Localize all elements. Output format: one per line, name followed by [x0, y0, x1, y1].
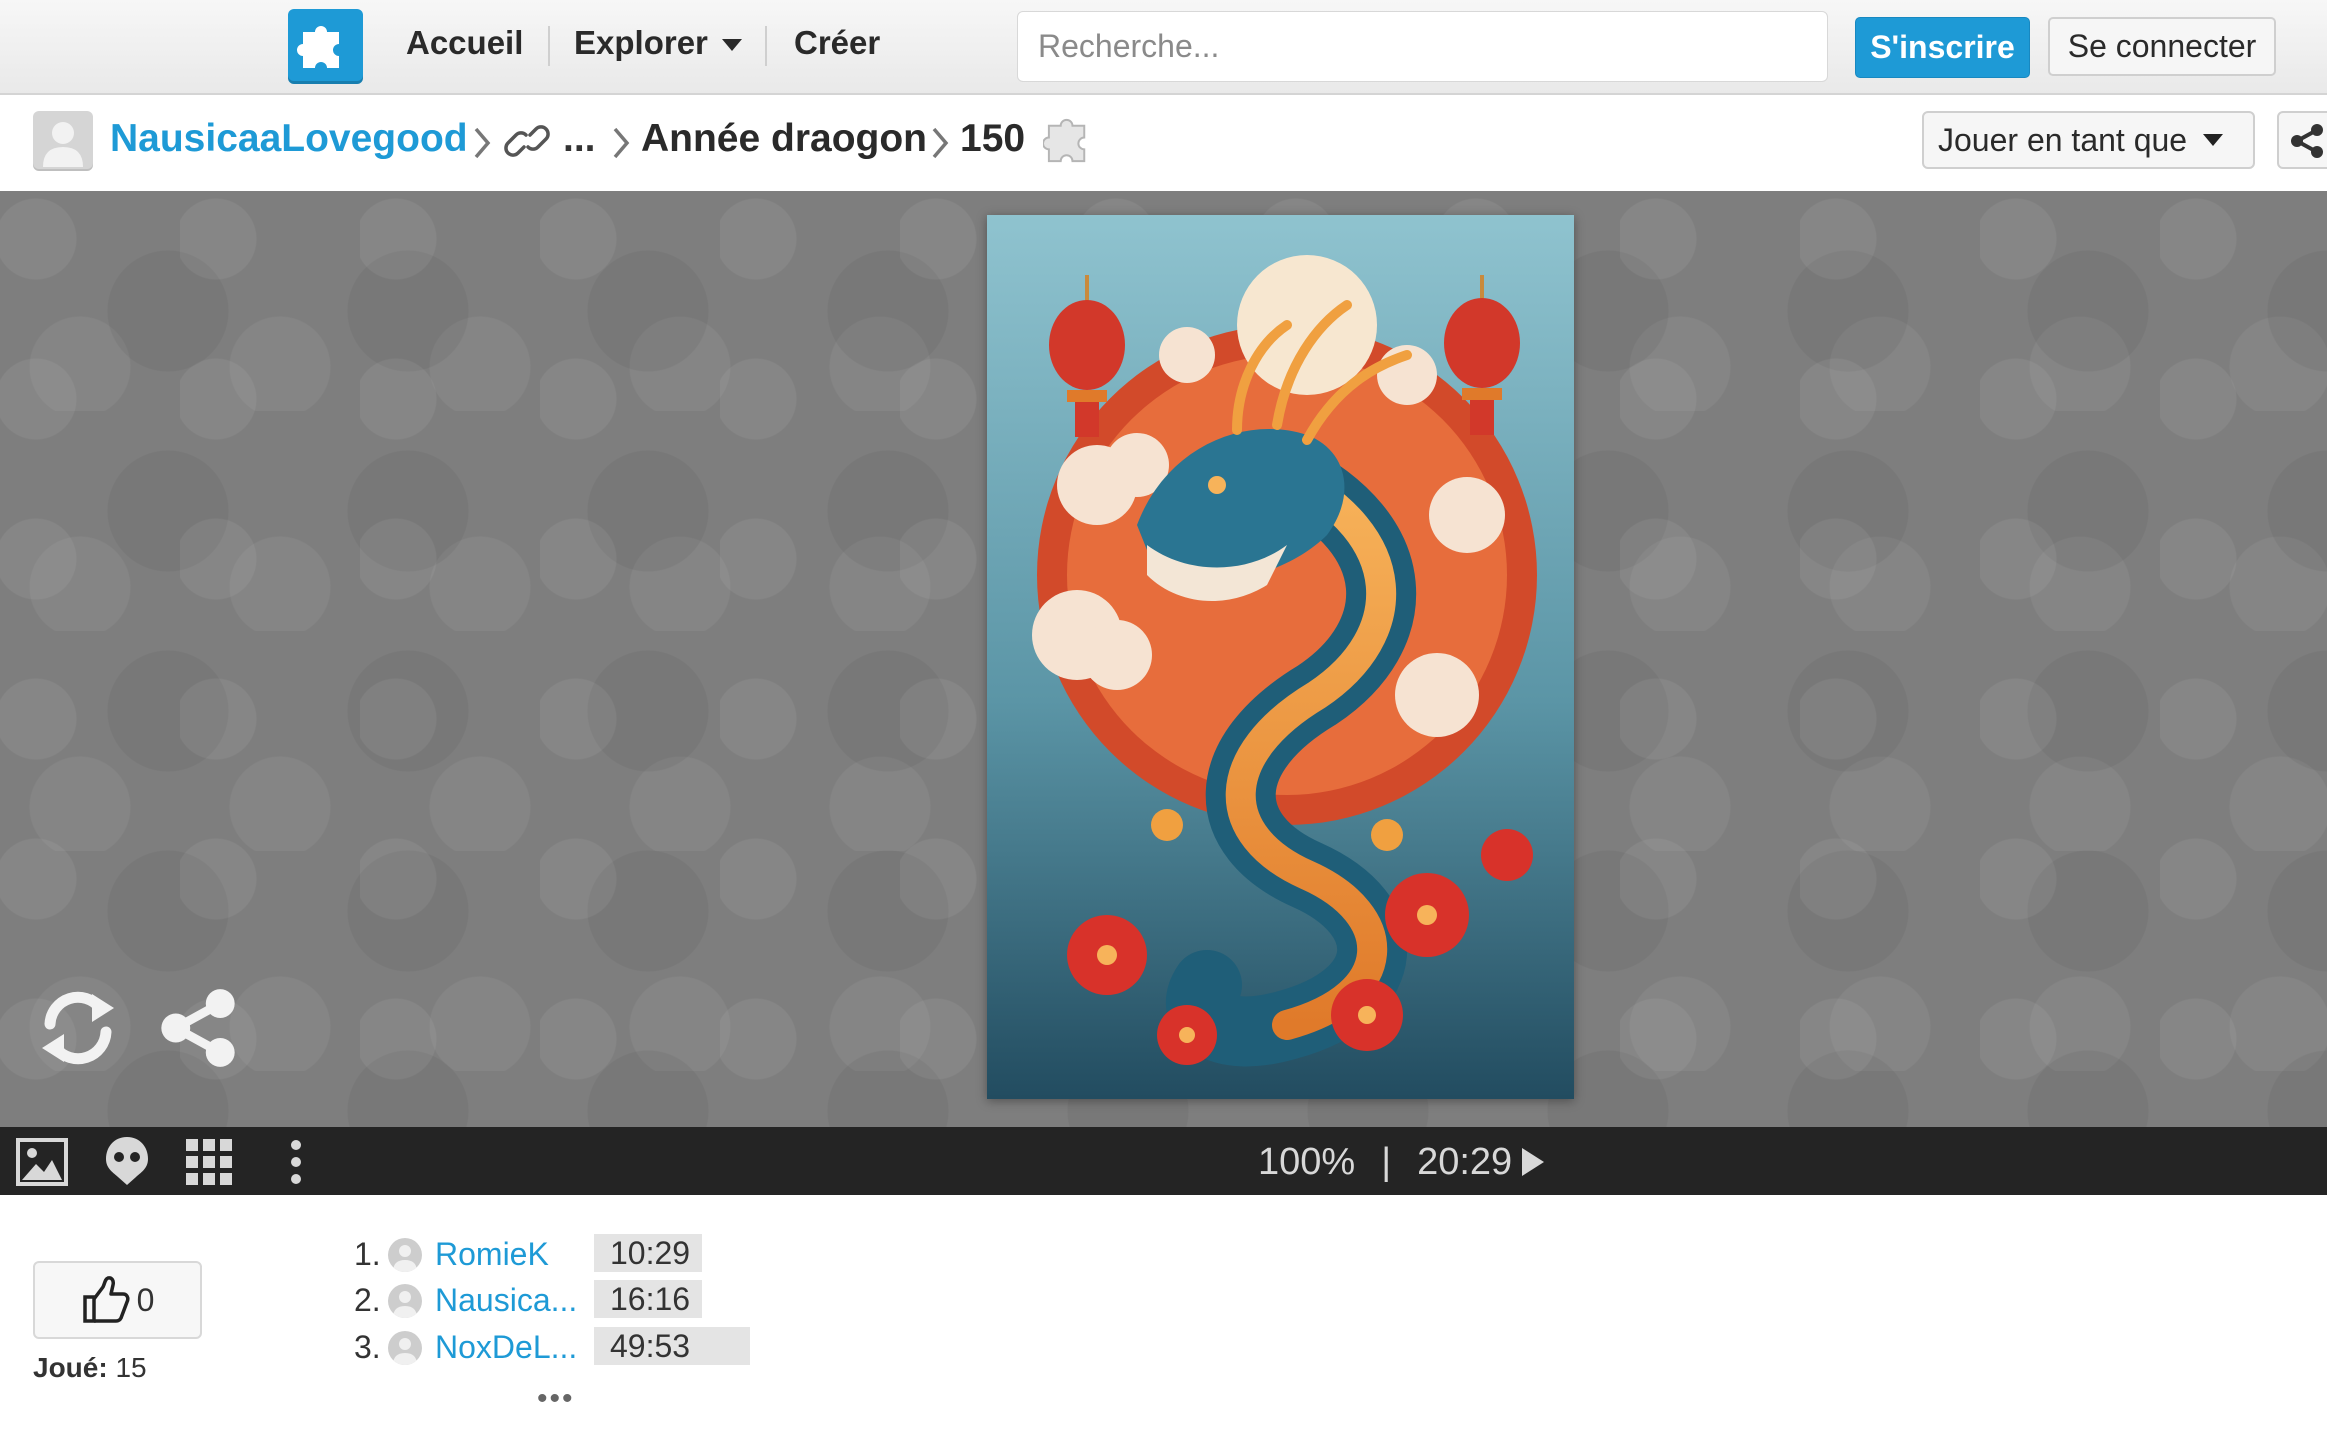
leaderboard-rank: 3. — [354, 1329, 381, 1365]
like-button[interactable]: 0 — [33, 1261, 202, 1339]
breadcrumb: NausicaaLovegood ... Année draogon 150 J… — [0, 95, 2327, 191]
refresh-icon[interactable] — [36, 986, 120, 1070]
chevron-down-icon — [721, 39, 742, 52]
breadcrumb-collection[interactable]: Année draogon — [641, 117, 927, 161]
leaderboard-rank: 1. — [354, 1236, 381, 1272]
nav-create-link[interactable]: Créer — [794, 24, 880, 62]
breadcrumb-ellipsis[interactable]: ... — [563, 117, 596, 161]
more-vertical-icon[interactable] — [290, 1139, 302, 1185]
user-avatar-icon — [388, 1284, 422, 1318]
completion-percent: 100% — [1258, 1141, 1356, 1183]
share-icon — [2291, 124, 2323, 158]
leaderboard-user-link[interactable]: Nausica... — [435, 1282, 577, 1319]
user-avatar-icon[interactable] — [33, 111, 93, 171]
chevron-right-icon — [613, 127, 630, 159]
nav-explore-menu[interactable]: Explorer — [574, 24, 742, 62]
grid-icon[interactable] — [186, 1139, 232, 1185]
puzzle-status: 100% | 20:29 — [1258, 1141, 1545, 1184]
played-label: Joué: — [33, 1352, 108, 1383]
signup-button[interactable]: S'inscrire — [1855, 17, 2030, 78]
share-button[interactable] — [2277, 111, 2327, 169]
chevron-down-icon — [2203, 134, 2224, 146]
puzzle-image[interactable] — [987, 215, 1574, 1099]
leaderboard-rank: 2. — [354, 1282, 381, 1318]
status-separator: | — [1381, 1141, 1392, 1183]
leaderboard-user-link[interactable]: NoxDeL... — [435, 1329, 577, 1366]
puzzle-logo-icon[interactable] — [288, 9, 363, 84]
share-icon[interactable] — [158, 988, 238, 1068]
elapsed-time: 20:29 — [1417, 1141, 1513, 1183]
leaderboard-time: 10:29 — [594, 1234, 702, 1272]
chevron-right-icon — [932, 127, 949, 159]
nav-home-link[interactable]: Accueil — [406, 24, 523, 62]
puzzle-toolbar: 100% | 20:29 — [0, 1127, 2327, 1195]
puzzle-piece-icon — [1043, 118, 1086, 163]
like-count: 0 — [136, 1281, 155, 1318]
link-icon[interactable] — [502, 119, 552, 163]
chevron-right-icon — [474, 127, 491, 159]
leaderboard-time: 16:16 — [594, 1280, 702, 1318]
played-value: 15 — [115, 1352, 147, 1383]
play-icon[interactable] — [1522, 1147, 1545, 1176]
breadcrumb-piece-count: 150 — [960, 117, 1026, 160]
user-avatar-icon — [388, 1238, 422, 1272]
leaderboard-more-button[interactable]: ••• — [537, 1382, 575, 1416]
user-avatar-icon — [388, 1331, 422, 1365]
nav-explore-label: Explorer — [574, 24, 708, 61]
play-as-dropdown[interactable]: Jouer en tant que — [1922, 111, 2255, 169]
leaderboard-user-link[interactable]: RomieK — [435, 1236, 549, 1273]
puzzle-stage[interactable] — [0, 191, 2327, 1127]
breadcrumb-user-link[interactable]: NausicaaLovegood — [110, 117, 468, 161]
leaderboard-time: 49:53 — [594, 1327, 750, 1365]
play-as-label: Jouer en tant que — [1938, 121, 2188, 158]
nav-divider — [548, 26, 550, 66]
thumbs-up-icon — [82, 1276, 130, 1323]
search-input[interactable] — [1017, 11, 1828, 82]
top-navigation-bar: Accueil Explorer Créer S'inscrire Se con… — [0, 0, 2327, 95]
login-button[interactable]: Se connecter — [2048, 17, 2276, 76]
ghost-icon[interactable] — [104, 1135, 150, 1187]
image-icon[interactable] — [16, 1138, 68, 1186]
nav-divider — [765, 26, 767, 66]
played-count: Joué: 15 — [33, 1352, 147, 1384]
